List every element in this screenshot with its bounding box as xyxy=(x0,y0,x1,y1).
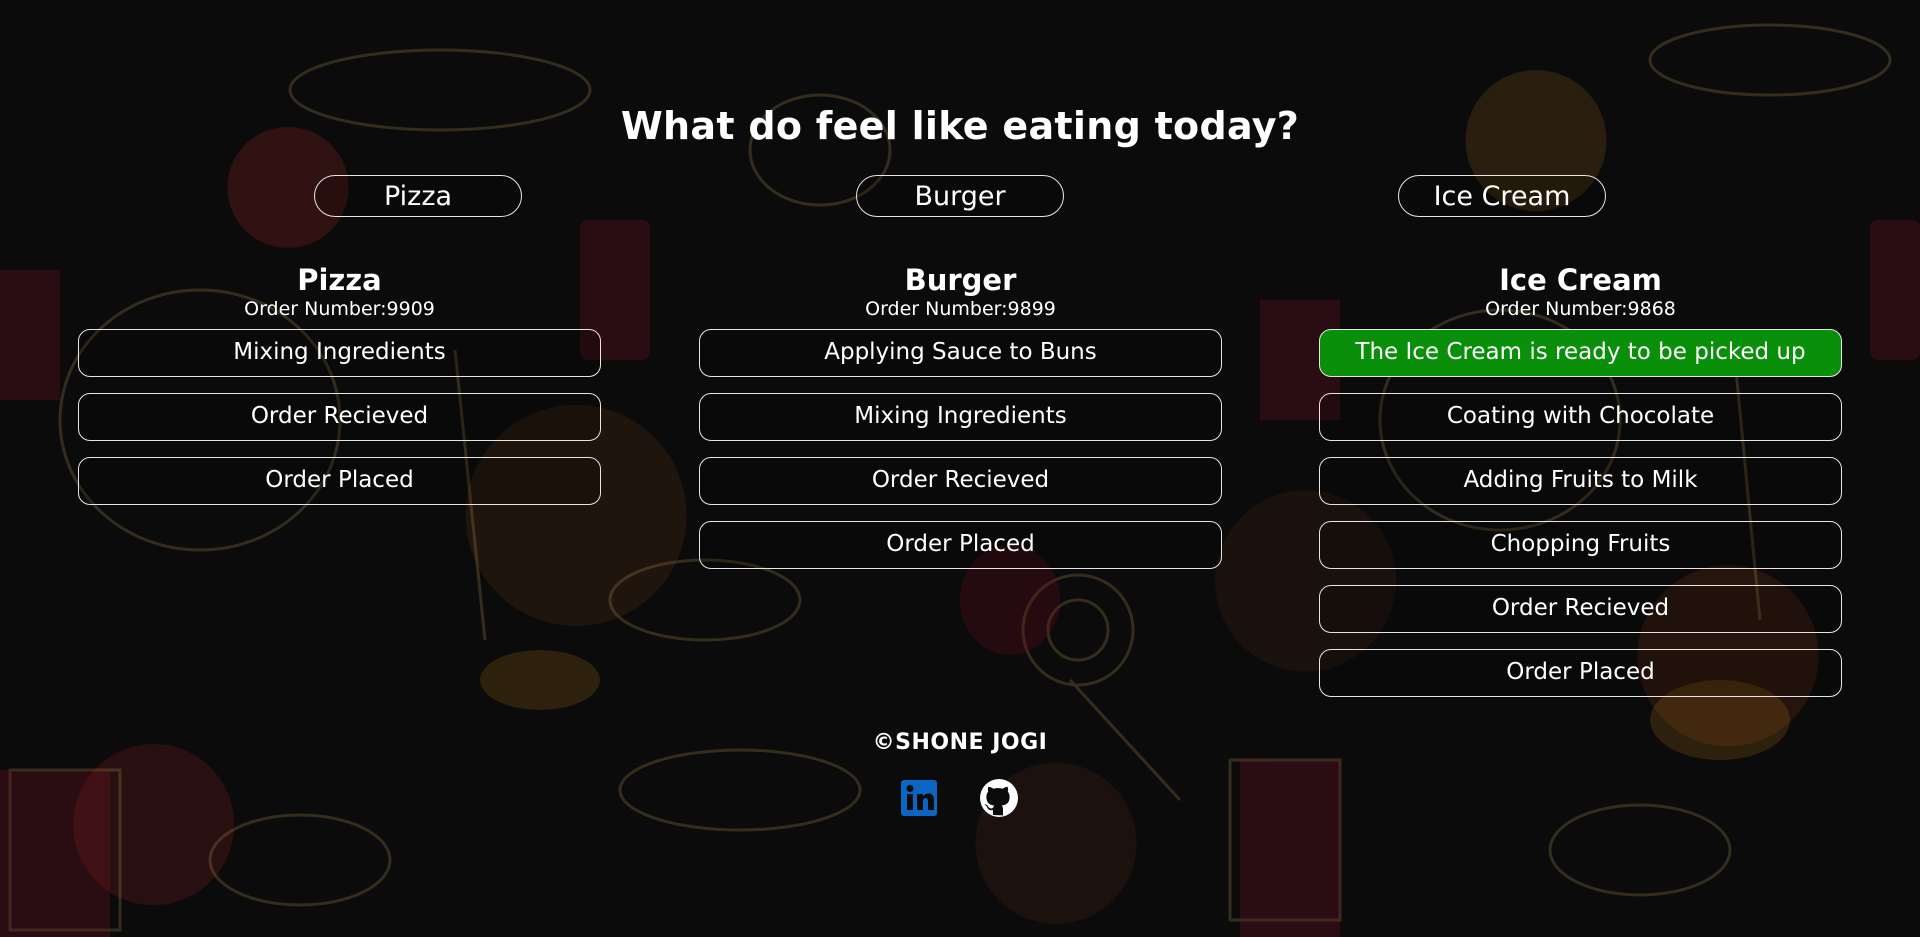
order-status-step: Mixing Ingredients xyxy=(78,329,601,377)
order-status-step: Adding Fruits to Milk xyxy=(1319,457,1842,505)
ice-cream-order-panel: Ice Cream Order Number:9868 The Ice Crea… xyxy=(1319,263,1842,713)
order-number: Order Number:9868 xyxy=(1485,298,1676,320)
order-status-step: Mixing Ingredients xyxy=(699,393,1222,441)
order-ready-step: The Ice Cream is ready to be picked up xyxy=(1319,329,1842,377)
order-number: Order Number:9909 xyxy=(244,298,435,320)
order-status-step: Order Placed xyxy=(1319,649,1842,697)
order-status-step: Order Recieved xyxy=(78,393,601,441)
order-status-step: Coating with Chocolate xyxy=(1319,393,1842,441)
order-title: Burger xyxy=(904,263,1017,297)
order-title: Pizza xyxy=(297,263,382,297)
pizza-order-panel: Pizza Order Number:9909 Mixing Ingredien… xyxy=(78,263,601,521)
ice-cream-button[interactable]: Ice Cream xyxy=(1398,175,1606,217)
linkedin-icon[interactable] xyxy=(899,778,939,818)
burger-button[interactable]: Burger xyxy=(856,175,1064,217)
order-status-step: Order Recieved xyxy=(699,457,1222,505)
order-status-step: Applying Sauce to Buns xyxy=(699,329,1222,377)
order-number: Order Number:9899 xyxy=(865,298,1056,320)
page-title: What do feel like eating today? xyxy=(620,104,1300,148)
order-title: Ice Cream xyxy=(1499,263,1662,297)
order-status-step: Chopping Fruits xyxy=(1319,521,1842,569)
order-status-step: Order Placed xyxy=(78,457,601,505)
github-icon[interactable] xyxy=(979,778,1019,818)
order-status-step: Order Placed xyxy=(699,521,1222,569)
order-status-step: Order Recieved xyxy=(1319,585,1842,633)
pizza-button[interactable]: Pizza xyxy=(314,175,522,217)
burger-order-panel: Burger Order Number:9899 Applying Sauce … xyxy=(699,263,1222,585)
page-background: What do feel like eating today? Pizza Bu… xyxy=(0,0,1920,937)
footer-brand: ©SHONE JOGI xyxy=(872,730,1048,755)
